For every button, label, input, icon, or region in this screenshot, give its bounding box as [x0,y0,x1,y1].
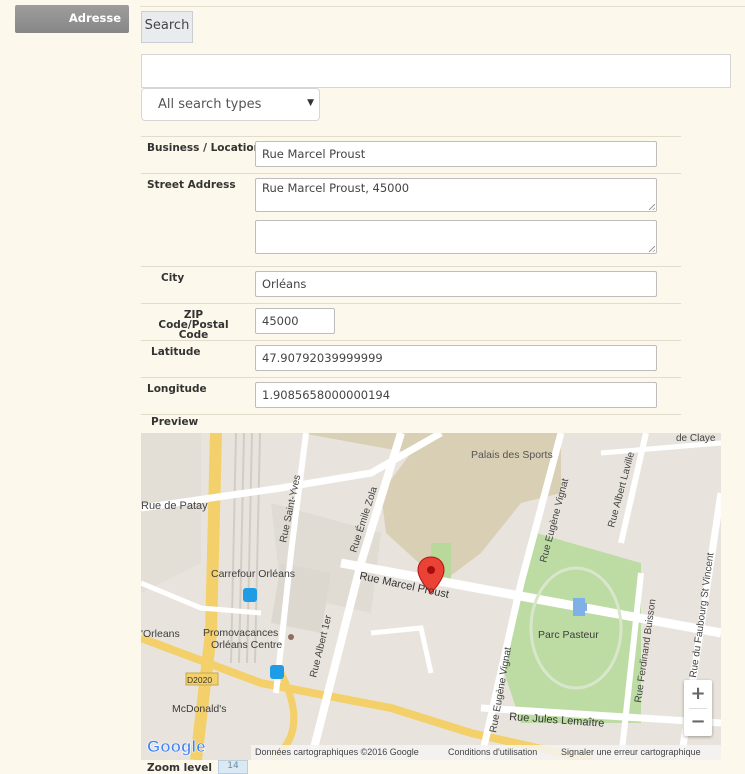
city-field[interactable]: Orléans [255,271,657,297]
zip-label-line2: Code [178,329,209,341]
divider [141,303,681,304]
city-label: City [161,272,185,284]
map-label-promovacances: Promovacances [203,627,278,639]
divider [141,377,681,378]
search-type-value: All search types [158,97,262,112]
resize-grip-icon[interactable] [649,246,655,252]
latitude-label: Latitude [151,346,201,358]
business-location-field[interactable]: Rue Marcel Proust [255,141,657,167]
street-address-line1-field[interactable]: Rue Marcel Proust, 45000 [255,178,657,212]
map-label-claye: de Claye [676,433,716,444]
map-data-credit: Données cartographiques ©2016 Google [255,747,419,757]
search-input[interactable] [141,54,731,88]
map-preview[interactable]: Palais des Sports Rue de Patay Carrefour… [141,433,721,760]
map-label-d2020: D2020 [187,675,212,685]
street-address-line1-value: Rue Marcel Proust, 45000 [262,181,410,195]
divider [141,173,681,174]
longitude-label: Longitude [147,383,207,395]
zip-label-line1: ZIP Code/Postal [158,309,229,331]
map-canvas[interactable]: Palais des Sports Rue de Patay Carrefour… [141,433,721,760]
map-attribution: Données cartographiques ©2016 Google Con… [251,745,721,760]
zoom-in-button[interactable]: + [684,680,712,708]
resize-grip-icon[interactable] [649,204,655,210]
chevron-down-icon: ▼ [307,98,314,108]
zoom-level-label: Zoom level [147,762,212,774]
search-button[interactable]: Search [141,11,193,43]
map-label-carrefour: Carrefour Orléans [211,568,295,580]
latitude-field[interactable]: 47.90792039999999 [255,345,657,371]
zip-label: ZIP Code/Postal Code [147,309,240,341]
map-label-palais: Palais des Sports [471,449,553,461]
map-report-link[interactable]: Signaler une erreur cartographique [561,747,701,757]
google-logo[interactable]: Google [147,737,206,757]
map-zoom-control: + − [684,680,712,736]
zoom-out-button[interactable]: − [684,708,712,736]
zip-field[interactable]: 45000 [255,308,335,334]
street-address-line2-field[interactable] [255,220,657,254]
divider [141,136,681,137]
divider [141,414,681,415]
top-divider [140,6,745,7]
map-label-orleans: 'Orleans [141,628,180,640]
map-label-mcdonalds: McDonald's [172,703,227,715]
map-label-parc-pasteur: Parc Pasteur [538,629,599,641]
sidebar-tab-adresse[interactable]: Adresse [15,5,129,33]
street-address-label: Street Address [147,179,236,191]
map-label-orleans-centre: Orléans Centre [211,639,282,651]
map-terms-link[interactable]: Conditions d'utilisation [448,747,537,757]
map-label-rue-de-patay: Rue de Patay [141,500,208,512]
longitude-field[interactable]: 1.9085658000000194 [255,382,657,408]
search-type-select[interactable]: All search types ▼ [141,88,320,121]
business-location-label: Business / Location [147,142,262,154]
preview-label: Preview [151,416,199,428]
divider [141,266,681,267]
divider [141,340,681,341]
